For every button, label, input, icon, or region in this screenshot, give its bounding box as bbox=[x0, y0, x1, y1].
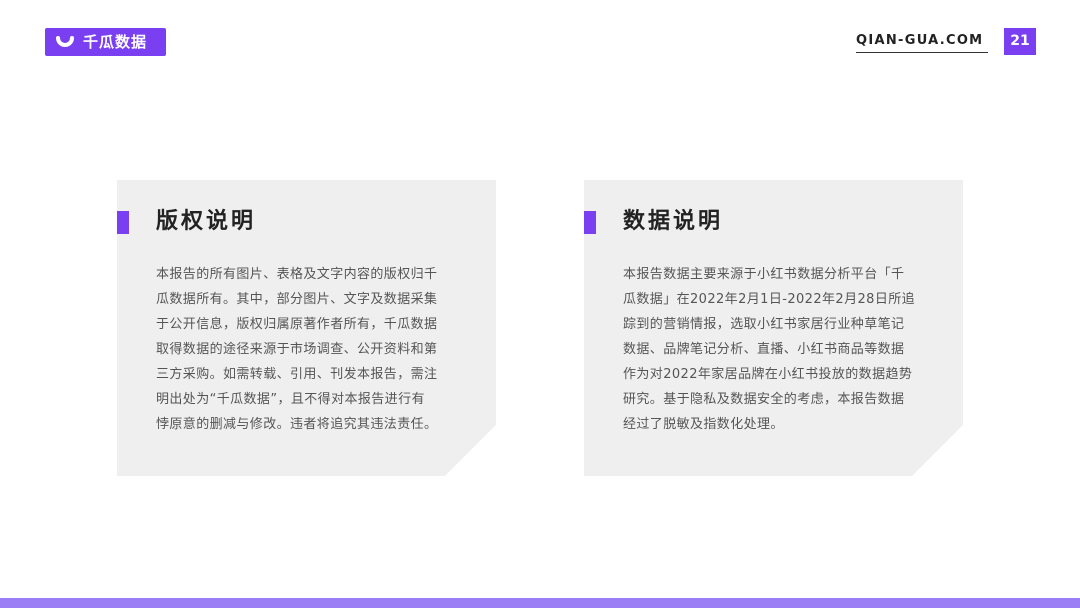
brand-name: 千瓜数据 bbox=[83, 33, 148, 51]
data-note-line: 踪到的营销情报，选取小红书家居行业种草笔记 bbox=[623, 317, 905, 332]
copyright-line: 于公开信息，版权归属原著作者所有，千瓜数据 bbox=[156, 317, 438, 332]
footer-accent-bar bbox=[0, 598, 1080, 608]
copyright-line: 瓜数据所有。其中，部分图片、文字及数据采集 bbox=[156, 292, 438, 307]
data-note-accent-bar bbox=[584, 211, 596, 234]
data-note-line: 瓜数据」在2022年2月1日-2022年2月28日所追 bbox=[623, 292, 916, 307]
data-note-line: 本报告数据主要来源于小红书数据分析平台「千 bbox=[623, 267, 905, 282]
copyright-line: 三方采购。如需转载、引用、刊发本报告，需注 bbox=[156, 367, 438, 382]
copyright-body: 本报告的所有图片、表格及文字内容的版权归千 瓜数据所有。其中，部分图片、文字及数… bbox=[156, 262, 464, 437]
copyright-accent-bar bbox=[117, 211, 129, 234]
data-note-title: 数据说明 bbox=[623, 209, 724, 234]
site-url-link[interactable]: QIAN-GUA.COM bbox=[856, 33, 988, 49]
copyright-card: 版权说明 本报告的所有图片、表格及文字内容的版权归千 瓜数据所有。其中，部分图片… bbox=[117, 180, 496, 476]
data-note-line: 数据、品牌笔记分析、直播、小红书商品等数据 bbox=[623, 342, 905, 357]
data-note-body: 本报告数据主要来源于小红书数据分析平台「千 瓜数据」在2022年2月1日-202… bbox=[623, 262, 931, 437]
copyright-line: 取得数据的途径来源于市场调查、公开资料和第 bbox=[156, 342, 438, 357]
brand-mark-icon bbox=[56, 36, 74, 47]
data-note-line: 经过了脱敏及指数化处理。 bbox=[623, 417, 784, 432]
copyright-title: 版权说明 bbox=[156, 209, 257, 234]
brand-logo[interactable]: 千瓜数据 bbox=[45, 28, 166, 56]
copyright-line: 悖原意的删减与修改。违者将追究其违法责任。 bbox=[156, 417, 438, 432]
data-note-line: 作为对2022年家居品牌在小红书投放的数据趋势 bbox=[623, 367, 913, 382]
copyright-line: 明出处为“千瓜数据”，且不得对本报告进行有 bbox=[156, 392, 425, 407]
data-note-card: 数据说明 本报告数据主要来源于小红书数据分析平台「千 瓜数据」在2022年2月1… bbox=[584, 180, 963, 476]
copyright-line: 本报告的所有图片、表格及文字内容的版权归千 bbox=[156, 267, 438, 282]
site-url-underline bbox=[856, 52, 988, 53]
data-note-line: 研究。基于隐私及数据安全的考虑，本报告数据 bbox=[623, 392, 905, 407]
page-number-badge: 21 bbox=[1004, 28, 1036, 55]
